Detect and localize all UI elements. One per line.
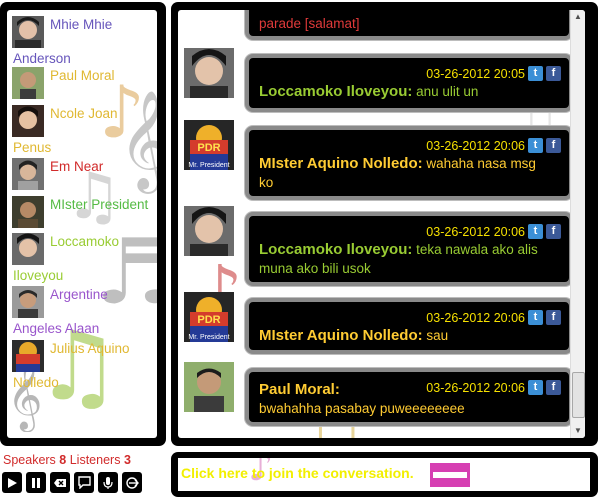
message-author: Loccamoko Iloveyou: <box>259 83 413 100</box>
facebook-share-icon[interactable]: f <box>546 224 561 239</box>
avatar-badge-caption: Mr. President <box>188 334 229 341</box>
scroll-up-arrow-icon[interactable]: ▲ <box>571 10 585 24</box>
facebook-share-icon[interactable]: f <box>546 138 561 153</box>
player-controls <box>2 472 142 493</box>
message-bubble: 03-26-2012 20:06 t f Loccamoko Iloveyou:… <box>245 212 573 286</box>
message-timestamp: 03-26-2012 20:06 <box>426 310 525 325</box>
user-name: Argentine <box>50 287 108 302</box>
chat-scrollbar[interactable]: ▲ ▼ <box>570 10 585 438</box>
message-meta: 03-26-2012 20:06 t f <box>426 310 561 325</box>
message-bubble: 03-26-2012 20:06 t f MIster Aquino Nolle… <box>245 298 573 354</box>
message-text: bwahahha pasabay puweeeeeeee <box>259 401 465 416</box>
user-name-continued: Angeles Alaan <box>13 321 100 336</box>
delete-button[interactable] <box>50 472 70 493</box>
twitter-share-icon[interactable]: t <box>528 66 543 81</box>
exit-icon <box>126 476 139 489</box>
join-panel: ♪ Click here to join the conversation. <box>171 452 598 497</box>
user-name-continued: Iloveyou <box>13 268 64 283</box>
twitter-share-icon[interactable]: t <box>528 138 543 153</box>
speakers-count: 8 <box>59 453 67 467</box>
message-author: Paul Moral: <box>259 381 340 398</box>
facebook-share-icon[interactable]: f <box>546 310 561 325</box>
user-name-continued: Penus <box>13 140 52 155</box>
avatar <box>184 48 234 98</box>
message-timestamp: 03-26-2012 20:06 <box>426 224 525 239</box>
avatar <box>12 16 44 48</box>
chat-panel: ♪ ♫ ♬ parade [salamat] 03-26-2012 20:05 … <box>171 2 598 446</box>
listeners-count: 3 <box>123 453 131 467</box>
user-name: Loccamoko <box>50 234 120 249</box>
avatar <box>12 340 44 372</box>
avatar <box>12 158 44 190</box>
pause-button[interactable] <box>26 472 46 493</box>
message-author: MIster Aquino Nolledo: <box>259 327 423 344</box>
avatar: PDR Mr. President <box>184 120 234 170</box>
message-timestamp: 03-26-2012 20:06 <box>426 138 525 153</box>
user-name: Julius Aquino <box>50 341 130 356</box>
pause-icon <box>32 477 40 488</box>
speakers-label: Speakers <box>3 453 56 467</box>
message-content: MIster Aquino Nolledo: wahaha nasa msg k… <box>259 154 549 192</box>
message-bubble: 03-26-2012 20:06 t f Paul Moral: bwahahh… <box>245 368 573 426</box>
exit-button[interactable] <box>122 472 142 493</box>
user-name: Em Near <box>50 159 104 174</box>
message-text: anu ulit un <box>416 84 479 99</box>
avatar-badge-caption: Mr. President <box>188 162 229 169</box>
avatar <box>184 362 234 412</box>
message-bubble: 03-26-2012 20:06 t f MIster Aquino Nolle… <box>245 126 573 200</box>
message-content: MIster Aquino Nolledo: sau <box>259 326 549 345</box>
join-input-box[interactable] <box>430 463 470 487</box>
avatar <box>184 206 234 256</box>
message-content: Loccamoko Iloveyou: anu ulit un <box>259 82 549 101</box>
delete-icon <box>54 478 66 487</box>
chat-message-partial: parade [salamat] <box>245 10 573 40</box>
scroll-thumb[interactable] <box>572 372 585 418</box>
user-name: Paul Moral <box>50 68 115 83</box>
user-name-continued: Anderson <box>13 51 71 66</box>
message-timestamp: 03-26-2012 20:05 <box>426 66 525 81</box>
avatar <box>12 286 44 318</box>
play-icon <box>8 477 17 488</box>
chat-log[interactable]: ♪ ♫ ♬ parade [salamat] 03-26-2012 20:05 … <box>178 10 585 438</box>
message-meta: 03-26-2012 20:06 t f <box>426 138 561 153</box>
room-stats: Speakers 8 Listeners 3 <box>3 453 131 467</box>
message-content: Loccamoko Iloveyou: teka nawala ako alis… <box>259 240 549 278</box>
message-author: Loccamoko Iloveyou: <box>259 241 413 258</box>
message-text: parade [salamat] <box>259 16 360 31</box>
user-name-continued: Nolledo <box>13 375 59 390</box>
avatar <box>12 67 44 99</box>
message-meta: 03-26-2012 20:05 t f <box>426 66 561 81</box>
user-list-panel: ♪ 𝄞 ♫ ♬ ♫ 𝄞 Mhie Mhie Anderson Paul Mora… <box>0 2 166 446</box>
avatar: PDR Mr. President <box>184 292 234 342</box>
avatar <box>12 105 44 137</box>
chat-icon <box>77 476 91 489</box>
microphone-icon <box>103 476 113 489</box>
chat-button[interactable] <box>74 472 94 493</box>
message-bubble: 03-26-2012 20:05 t f Loccamoko Iloveyou:… <box>245 54 573 112</box>
join-conversation-link[interactable]: Click here to join the conversation. <box>181 465 414 481</box>
message-meta: 03-26-2012 20:06 t f <box>426 224 561 239</box>
avatar-badge-text: PDR <box>197 142 220 154</box>
avatar <box>12 233 44 265</box>
user-list[interactable]: ♪ 𝄞 ♫ ♬ ♫ 𝄞 Mhie Mhie Anderson Paul Mora… <box>7 10 157 438</box>
user-name: Mhie Mhie <box>50 17 113 32</box>
message-text: sau <box>426 328 449 343</box>
listeners-label: Listeners <box>69 453 121 467</box>
avatar <box>12 196 44 228</box>
twitter-share-icon[interactable]: t <box>528 310 543 325</box>
avatar-badge-text: PDR <box>197 314 220 326</box>
user-name: Ncole Joan <box>50 106 118 121</box>
music-note-decoration: 𝄞 <box>119 90 157 190</box>
microphone-button[interactable] <box>98 472 118 493</box>
message-author: MIster Aquino Nolledo: <box>259 155 423 172</box>
message-content: Paul Moral: bwahahha pasabay puweeeeeeee <box>259 380 549 418</box>
join-bar: ♪ Click here to join the conversation. <box>178 458 590 491</box>
facebook-share-icon[interactable]: f <box>546 66 561 81</box>
play-button[interactable] <box>2 472 22 493</box>
scroll-down-arrow-icon[interactable]: ▼ <box>571 424 585 438</box>
twitter-share-icon[interactable]: t <box>528 224 543 239</box>
user-name: MIster President <box>50 197 149 212</box>
